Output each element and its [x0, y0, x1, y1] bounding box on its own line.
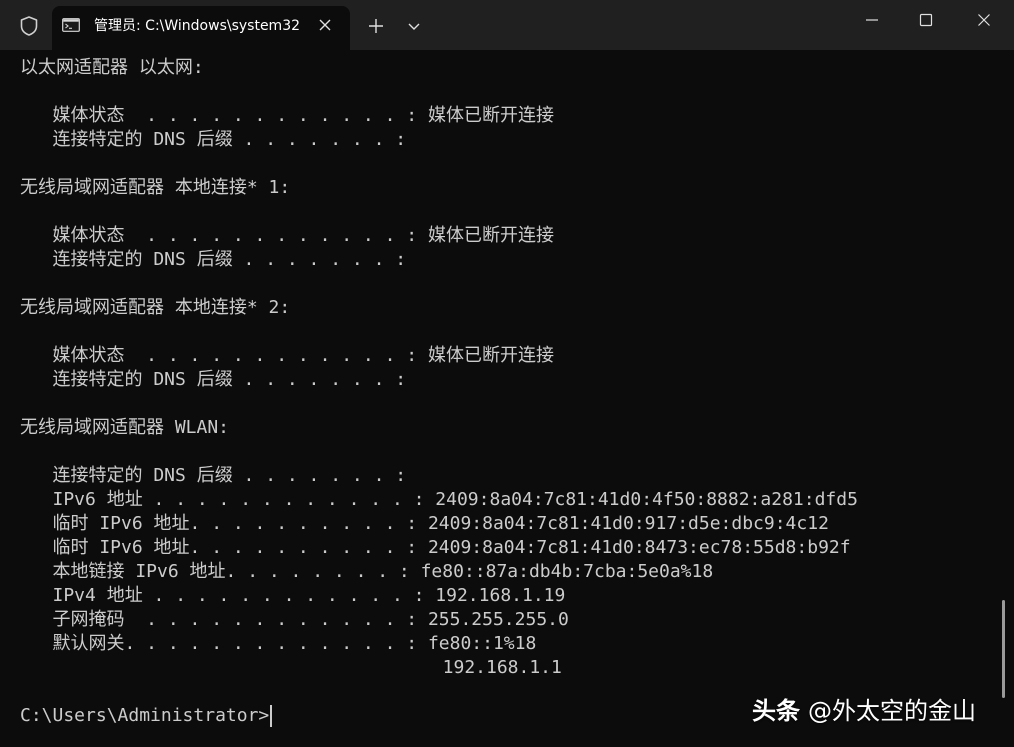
terminal-window: 管理员: C:\Windows\system32\cmd.exe	[0, 0, 1014, 747]
console-line: 媒体状态 . . . . . . . . . . . . : 媒体已断开连接	[20, 345, 554, 366]
console-line: 临时 IPv6 地址. . . . . . . . . . : 2409:8a0…	[20, 537, 851, 558]
console-line: 无线局域网适配器 WLAN:	[20, 417, 230, 438]
console-line: 连接特定的 DNS 后缀 . . . . . . . :	[20, 465, 407, 486]
console-line: 192.168.1.1	[20, 657, 562, 678]
console-line: 媒体状态 . . . . . . . . . . . . : 媒体已断开连接	[20, 225, 554, 246]
terminal-icon	[62, 18, 80, 32]
scrollbar[interactable]	[1002, 600, 1005, 698]
console-line: IPv4 地址 . . . . . . . . . . . . : 192.16…	[20, 585, 566, 606]
command-prompt[interactable]: C:\Users\Administrator>	[20, 704, 273, 728]
tab-cmd[interactable]: 管理员: C:\Windows\system32\cmd.exe	[52, 6, 350, 50]
maximize-icon[interactable]	[900, 0, 952, 40]
console-line: 连接特定的 DNS 后缀 . . . . . . . :	[20, 129, 407, 150]
shield-icon	[14, 12, 44, 40]
chevron-down-icon[interactable]	[400, 12, 428, 40]
watermark: 头条 @外太空的金山	[752, 694, 976, 728]
console-line: 连接特定的 DNS 后缀 . . . . . . . :	[20, 249, 407, 270]
close-icon[interactable]	[314, 14, 336, 36]
tab-title: 管理员: C:\Windows\system32\cmd.exe	[94, 18, 300, 34]
console-line: 无线局域网适配器 本地连接* 2:	[20, 297, 291, 318]
watermark-brand: 头条	[752, 697, 800, 725]
console-line: 媒体状态 . . . . . . . . . . . . : 媒体已断开连接	[20, 105, 554, 126]
minimize-icon[interactable]	[846, 0, 898, 40]
console-line: 无线局域网适配器 本地连接* 1:	[20, 177, 291, 198]
prompt-text: C:\Users\Administrator>	[20, 705, 270, 726]
close-icon[interactable]	[956, 0, 1012, 40]
console-output[interactable]: 以太网适配器 以太网: 媒体状态 . . . . . . . . . . . .…	[0, 50, 1000, 747]
console-line: 连接特定的 DNS 后缀 . . . . . . . :	[20, 369, 407, 390]
console-line: 以太网适配器 以太网:	[20, 57, 204, 78]
console-line: 本地链接 IPv6 地址. . . . . . . . : fe80::87a:…	[20, 561, 714, 582]
title-bar[interactable]: 管理员: C:\Windows\system32\cmd.exe	[0, 0, 1014, 50]
watermark-handle: @外太空的金山	[808, 697, 976, 725]
console-line: 子网掩码 . . . . . . . . . . . . : 255.255.2…	[20, 609, 569, 630]
console-line: 默认网关. . . . . . . . . . . . . : fe80::1%…	[20, 633, 537, 654]
console-line: 临时 IPv6 地址. . . . . . . . . . : 2409:8a0…	[20, 513, 829, 534]
plus-icon[interactable]	[362, 12, 390, 40]
console-line: IPv6 地址 . . . . . . . . . . . . : 2409:8…	[20, 489, 858, 510]
text-cursor	[270, 705, 273, 727]
